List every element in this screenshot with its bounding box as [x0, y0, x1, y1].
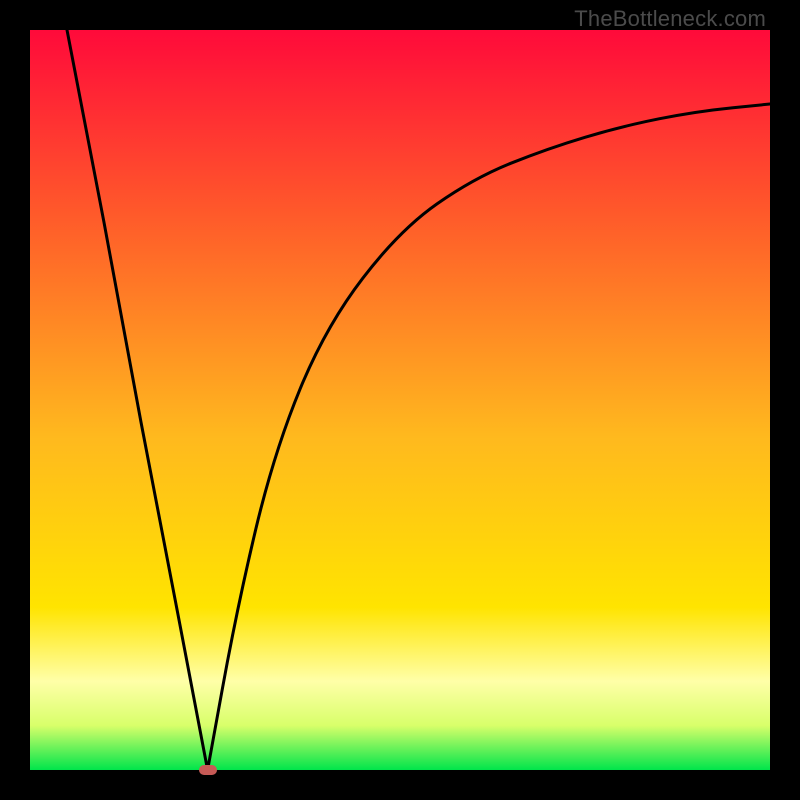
- plot-frame: [30, 30, 770, 770]
- attribution-text: TheBottleneck.com: [574, 6, 766, 32]
- chart-curve: [30, 30, 770, 770]
- minimum-marker: [199, 765, 217, 775]
